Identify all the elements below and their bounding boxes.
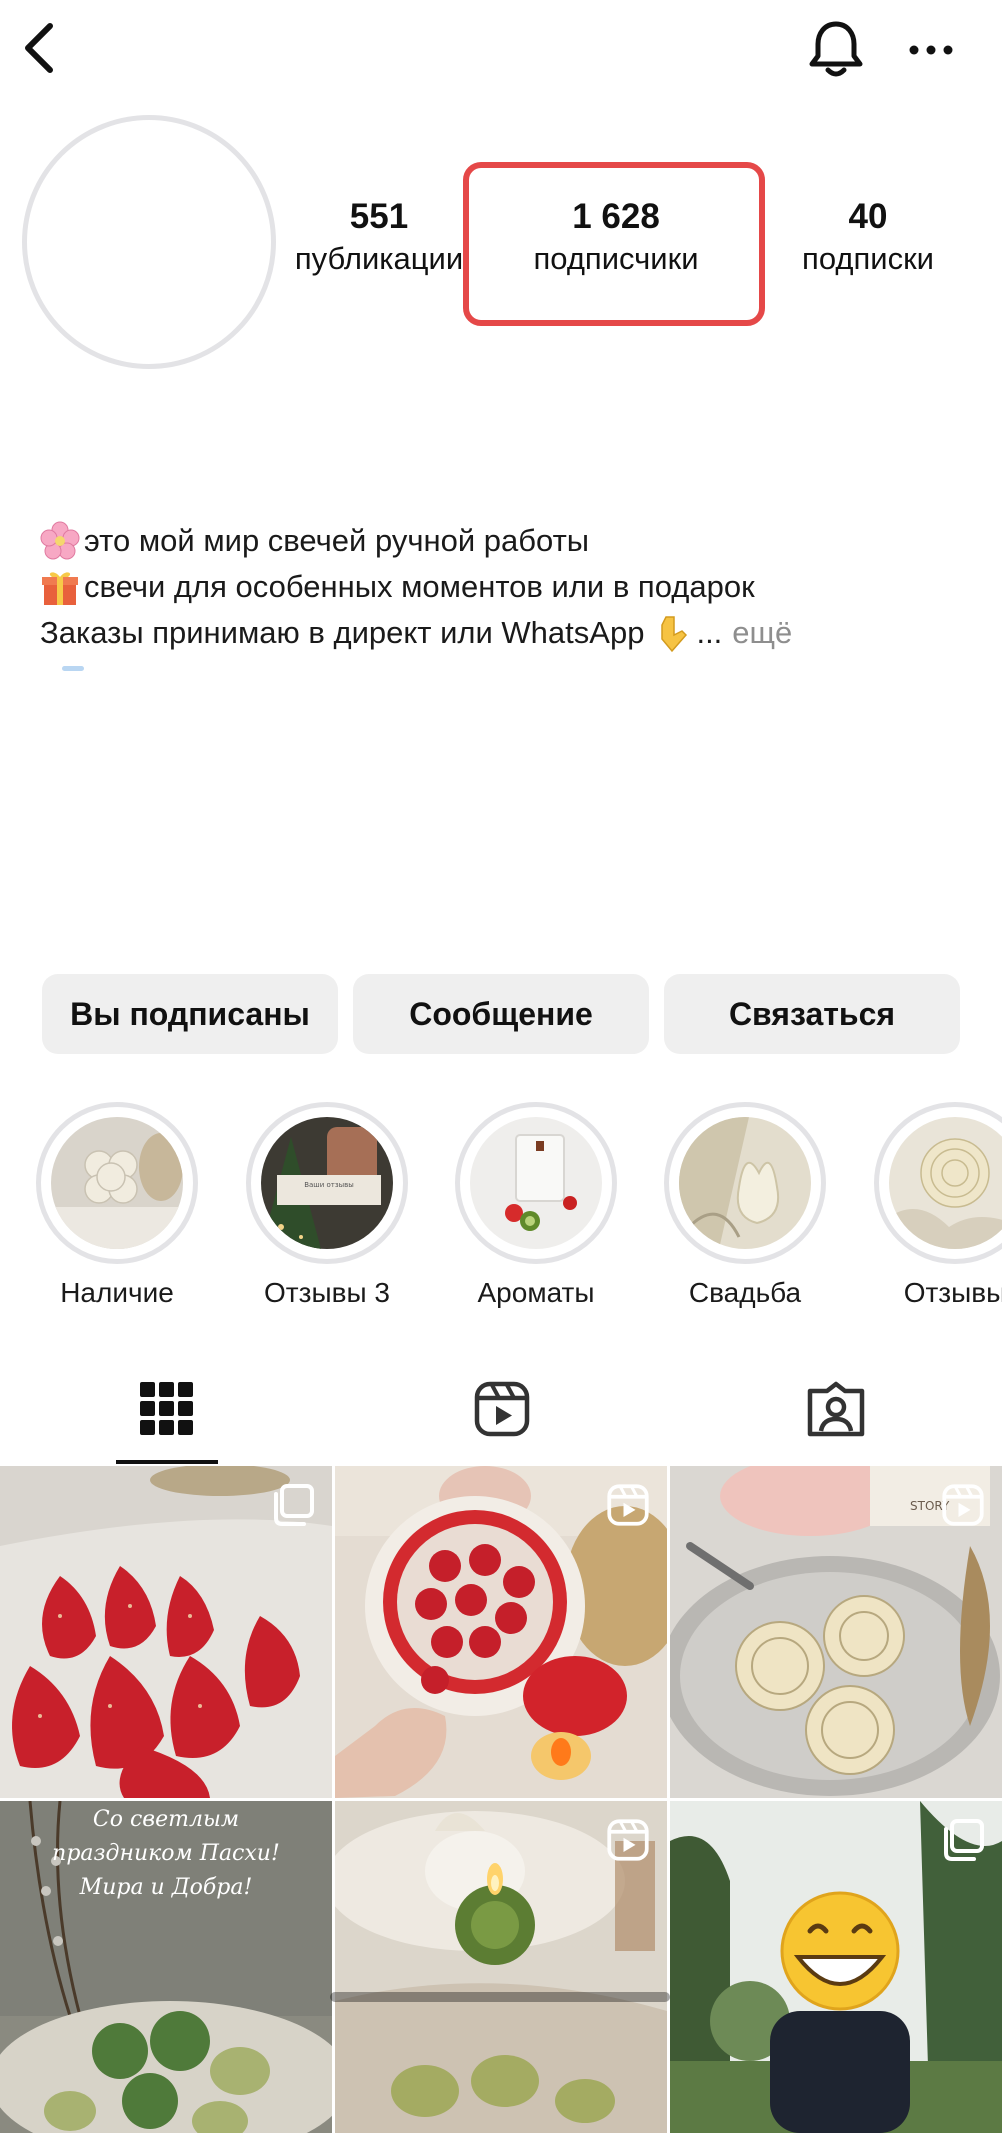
highlight-cover: Ваши отзывы <box>261 1117 393 1249</box>
highlight-ring <box>36 1102 198 1264</box>
reels-icon <box>607 1484 649 1526</box>
bio-ellipsis: ... <box>696 615 723 650</box>
tagged-icon <box>807 1381 865 1437</box>
following-button[interactable]: Вы подписаны <box>42 974 338 1054</box>
highlight-cover <box>51 1117 183 1249</box>
tab-grid[interactable] <box>117 1374 217 1444</box>
bio-line-1: это мой мир свечей ручной работы <box>40 518 990 564</box>
message-button[interactable]: Сообщение <box>353 974 649 1054</box>
highlight-ring: Ваши отзывы <box>246 1102 408 1264</box>
bio-more-link[interactable]: ещё <box>732 610 792 656</box>
tab-reels[interactable] <box>452 1374 552 1444</box>
highlight-label: Наличие <box>60 1277 174 1308</box>
carousel-icon <box>272 1484 314 1526</box>
back-arrow-icon[interactable] <box>18 20 58 76</box>
profile-avatar[interactable] <box>22 115 276 369</box>
stat-posts[interactable]: 551 публикации <box>276 196 482 280</box>
post-tile[interactable] <box>670 1801 1002 2133</box>
highlight-reviews-3[interactable]: Ваши отзывы Отзывы 3 <box>246 1102 408 1310</box>
caption-line-1: Со светлым <box>92 1807 240 1832</box>
posts-label: публикации <box>294 241 464 276</box>
reels-icon <box>474 1381 530 1437</box>
highlight-label: Ароматы <box>477 1277 595 1308</box>
notification-bell-icon[interactable] <box>808 18 864 80</box>
highlight-ring <box>664 1102 826 1264</box>
highlight-availability[interactable]: Наличие <box>36 1102 198 1310</box>
bio-text-1: это мой мир свечей ручной работы <box>84 523 590 558</box>
pointing-down-icon <box>652 613 692 653</box>
bio-text-3: Заказы принимаю в директ или WhatsApp <box>40 615 645 650</box>
tab-tagged[interactable] <box>786 1374 886 1444</box>
posts-count: 551 <box>349 197 409 236</box>
svg-text:Ваши отзывы: Ваши отзывы <box>304 1181 354 1189</box>
home-indicator[interactable] <box>330 1992 670 2002</box>
reels-icon <box>942 1484 984 1526</box>
bio-text-2: свечи для особенных моментов или в подар… <box>84 569 755 604</box>
active-tab-indicator <box>116 1460 218 1464</box>
highlight-label: Отзывы 3 <box>264 1277 390 1308</box>
caption-line-3: Мира и Добра! <box>79 1875 253 1900</box>
post-tile[interactable] <box>335 1466 667 1798</box>
following-count: 40 <box>848 197 888 236</box>
highlight-reviews[interactable]: Отзывы <box>874 1102 1002 1310</box>
profile-bio: это мой мир свечей ручной работы свечи д… <box>40 518 990 656</box>
cherry-blossom-icon <box>40 521 80 561</box>
contact-button[interactable]: Связаться <box>664 974 960 1054</box>
carousel-icon <box>942 1819 984 1861</box>
highlight-wedding[interactable]: Свадьба <box>664 1102 826 1310</box>
gift-icon <box>40 567 80 607</box>
bio-line-2: свечи для особенных моментов или в подар… <box>40 564 990 610</box>
highlight-cover <box>889 1117 1002 1249</box>
highlight-scents[interactable]: Ароматы <box>455 1102 617 1310</box>
post-tile[interactable] <box>335 1801 667 2133</box>
more-options-icon[interactable] <box>906 30 956 70</box>
reels-icon <box>607 1819 649 1861</box>
caption-line-2: праздником Пасхи! <box>52 1841 280 1866</box>
highlight-label: Свадьба <box>688 1277 802 1308</box>
grid-icon <box>140 1382 194 1436</box>
post-tile[interactable] <box>0 1466 332 1798</box>
bio-link-fragment <box>62 666 84 671</box>
post-tile[interactable]: STORY <box>670 1466 1002 1798</box>
followers-highlight-annotation <box>463 162 765 326</box>
highlight-ring <box>455 1102 617 1264</box>
stat-following[interactable]: 40 подписки <box>758 196 978 280</box>
bio-line-3: Заказы принимаю в директ или WhatsApp ..… <box>40 610 990 656</box>
post-tile[interactable]: Со светлым праздником Пасхи! Мира и Добр… <box>0 1801 332 2133</box>
highlight-cover <box>470 1117 602 1249</box>
post-caption: Со светлым праздником Пасхи! Мира и Добр… <box>0 1803 332 1905</box>
highlight-label: Отзывы <box>903 1277 1002 1308</box>
highlight-cover <box>679 1117 811 1249</box>
highlight-ring <box>874 1102 1002 1264</box>
following-label: подписки <box>802 241 934 276</box>
